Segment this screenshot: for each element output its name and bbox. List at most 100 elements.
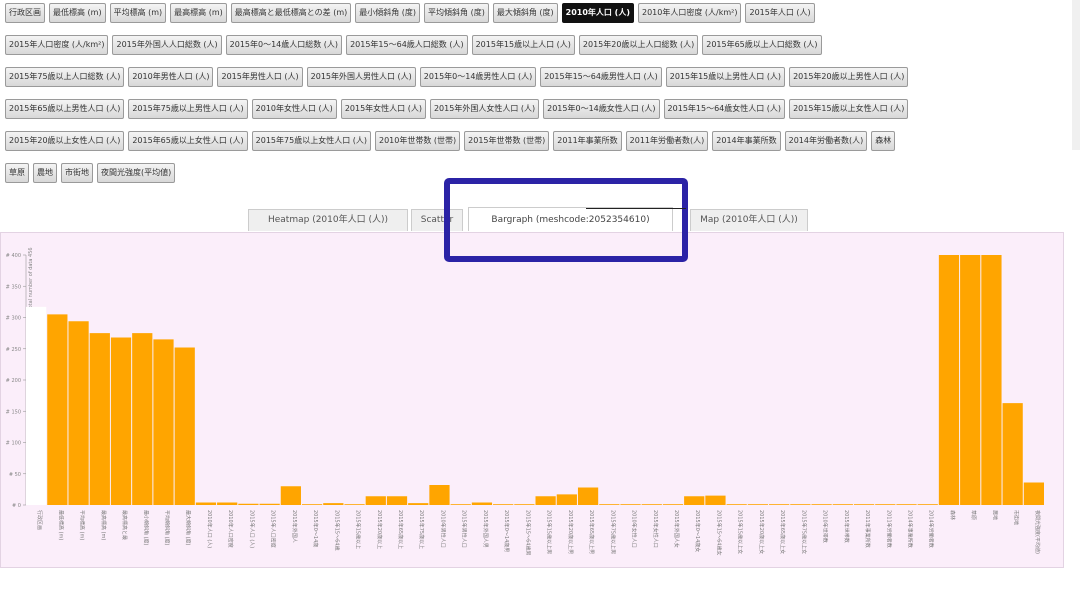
- attribute-button[interactable]: 2015年外国人人口総数 (人): [112, 35, 222, 55]
- bar[interactable]: [386, 496, 408, 505]
- attribute-button[interactable]: 平均傾斜角 (度): [424, 3, 489, 23]
- bar[interactable]: [535, 496, 556, 505]
- attribute-button[interactable]: 平均標高 (m): [109, 3, 167, 23]
- attribute-button[interactable]: 2014年事業所数: [712, 131, 781, 151]
- attribute-button[interactable]: 夜間光強度(平均値): [97, 163, 176, 183]
- bar[interactable]: [747, 504, 769, 505]
- bar[interactable]: [323, 503, 344, 505]
- attribute-button[interactable]: 最高標高 (m): [170, 3, 227, 23]
- attribute-button[interactable]: 最高標高と最低標高との差 (m): [230, 3, 352, 23]
- attribute-button[interactable]: 2015年人口 (人): [745, 3, 815, 23]
- attribute-button[interactable]: 2015年外国人男性人口 (人): [306, 67, 416, 87]
- attribute-button[interactable]: 2015年人口密度 (人/km²): [5, 35, 109, 55]
- bar[interactable]: [259, 503, 280, 505]
- attribute-button[interactable]: 2015年0～14歳人口総数 (人): [225, 35, 343, 55]
- attribute-button[interactable]: 2015年15～64歳男性人口 (人): [540, 67, 662, 87]
- attribute-button[interactable]: 2010年世帯数 (世帯): [374, 131, 461, 151]
- bar[interactable]: [217, 502, 238, 506]
- bar[interactable]: [450, 504, 471, 505]
- bar[interactable]: [89, 333, 110, 505]
- attribute-button[interactable]: 2015年0～14歳女性人口 (人): [543, 99, 660, 119]
- attribute-button[interactable]: 最小傾斜角 (度): [355, 3, 421, 23]
- attribute-button[interactable]: 2014年労働者数(人): [784, 131, 868, 151]
- attribute-button[interactable]: 2015年15歳以上人口 (人): [471, 35, 575, 55]
- bar[interactable]: [811, 504, 832, 505]
- bar[interactable]: [1002, 403, 1023, 505]
- bar[interactable]: [365, 496, 386, 505]
- attribute-button[interactable]: 市街地: [61, 163, 93, 183]
- bar[interactable]: [1023, 482, 1044, 506]
- bar[interactable]: [981, 255, 1002, 505]
- attribute-button[interactable]: 2015年男性人口 (人): [217, 67, 303, 87]
- attribute-button[interactable]: 最低標高 (m): [49, 3, 106, 23]
- attribute-button[interactable]: 2011年事業所数: [553, 131, 622, 151]
- bar[interactable]: [195, 502, 217, 506]
- attribute-button[interactable]: 2015年20歳以上男性人口 (人): [789, 67, 909, 87]
- bar[interactable]: [853, 504, 875, 505]
- attribute-button[interactable]: 2015年75歳以上男性人口 (人): [128, 99, 248, 119]
- bar[interactable]: [875, 504, 896, 505]
- bar[interactable]: [832, 504, 853, 505]
- attribute-button[interactable]: 2015年外国人女性人口 (人): [429, 99, 540, 119]
- bar[interactable]: [641, 504, 662, 505]
- bar[interactable]: [726, 504, 747, 505]
- attribute-button[interactable]: 2015年15歳以上男性人口 (人): [665, 67, 786, 87]
- bar[interactable]: [514, 504, 535, 505]
- bar[interactable]: [408, 503, 429, 505]
- attribute-button[interactable]: 2015年75歳以上女性人口 (人): [251, 131, 371, 151]
- bar[interactable]: [68, 321, 89, 505]
- attribute-button[interactable]: 2015年15～64歳女性人口 (人): [663, 99, 786, 119]
- attribute-button[interactable]: 2011年労働者数(人): [625, 131, 709, 151]
- bar[interactable]: [132, 333, 153, 505]
- bar[interactable]: [174, 347, 195, 506]
- bar[interactable]: [26, 306, 47, 505]
- attribute-button[interactable]: 2015年15～64歳人口総数 (人): [346, 35, 468, 55]
- attribute-button[interactable]: 2015年15歳以上女性人口 (人): [789, 99, 909, 119]
- attribute-button[interactable]: 2010年人口密度 (人/km²): [638, 3, 742, 23]
- bar[interactable]: [471, 502, 493, 506]
- attribute-button[interactable]: 農地: [33, 163, 57, 183]
- bar[interactable]: [301, 504, 323, 505]
- attribute-button[interactable]: 2015年75歳以上人口総数 (人): [5, 67, 125, 87]
- attribute-button[interactable]: 2015年20歳以上女性人口 (人): [5, 131, 125, 151]
- tab-map[interactable]: Map (2010年人口 (人)): [690, 209, 808, 231]
- bar[interactable]: [769, 504, 790, 505]
- bar[interactable]: [599, 504, 620, 505]
- attribute-button[interactable]: 2015年65歳以上人口総数 (人): [702, 35, 822, 55]
- bar[interactable]: [47, 314, 68, 505]
- attribute-button[interactable]: 2015年65歳以上男性人口 (人): [5, 99, 125, 119]
- bar[interactable]: [960, 255, 981, 505]
- tab-bargraph[interactable]: Bargraph (meshcode:2052354610): [468, 207, 673, 231]
- bar[interactable]: [705, 495, 726, 505]
- bar[interactable]: [153, 339, 174, 505]
- page-scrollbar[interactable]: [1072, 0, 1080, 150]
- attribute-button[interactable]: 2010年女性人口 (人): [251, 99, 337, 119]
- bar[interactable]: [662, 504, 684, 505]
- tab-heatmap[interactable]: Heatmap (2010年人口 (人)): [248, 209, 408, 231]
- bar[interactable]: [280, 486, 301, 505]
- bar[interactable]: [429, 485, 450, 505]
- attribute-button[interactable]: 草原: [5, 163, 29, 183]
- attribute-button[interactable]: 2015年65歳以上女性人口 (人): [128, 131, 248, 151]
- bar[interactable]: [790, 504, 811, 505]
- attribute-button[interactable]: 森林: [871, 131, 896, 151]
- attribute-button[interactable]: 2015年20歳以上人口総数 (人): [578, 35, 699, 55]
- attribute-button[interactable]: 2010年人口 (人): [561, 3, 634, 23]
- tab-scatter[interactable]: Scatter: [411, 209, 463, 231]
- attribute-button[interactable]: 2015年世帯数 (世帯): [464, 131, 550, 151]
- bar[interactable]: [620, 504, 641, 505]
- bar[interactable]: [238, 503, 259, 505]
- attribute-button[interactable]: 2015年0～14歳男性人口 (人): [419, 67, 537, 87]
- bar[interactable]: [493, 504, 514, 505]
- attribute-button[interactable]: 最大傾斜角 (度): [492, 3, 558, 23]
- attribute-button[interactable]: 行政区画: [5, 3, 45, 23]
- bar[interactable]: [577, 487, 599, 506]
- bar[interactable]: [110, 337, 132, 506]
- bar[interactable]: [896, 504, 917, 505]
- attribute-button[interactable]: 2015年女性人口 (人): [340, 99, 426, 119]
- bar[interactable]: [684, 496, 705, 505]
- bar[interactable]: [556, 494, 577, 505]
- bar[interactable]: [917, 504, 938, 505]
- attribute-button[interactable]: 2010年男性人口 (人): [128, 67, 214, 87]
- bar[interactable]: [344, 504, 365, 505]
